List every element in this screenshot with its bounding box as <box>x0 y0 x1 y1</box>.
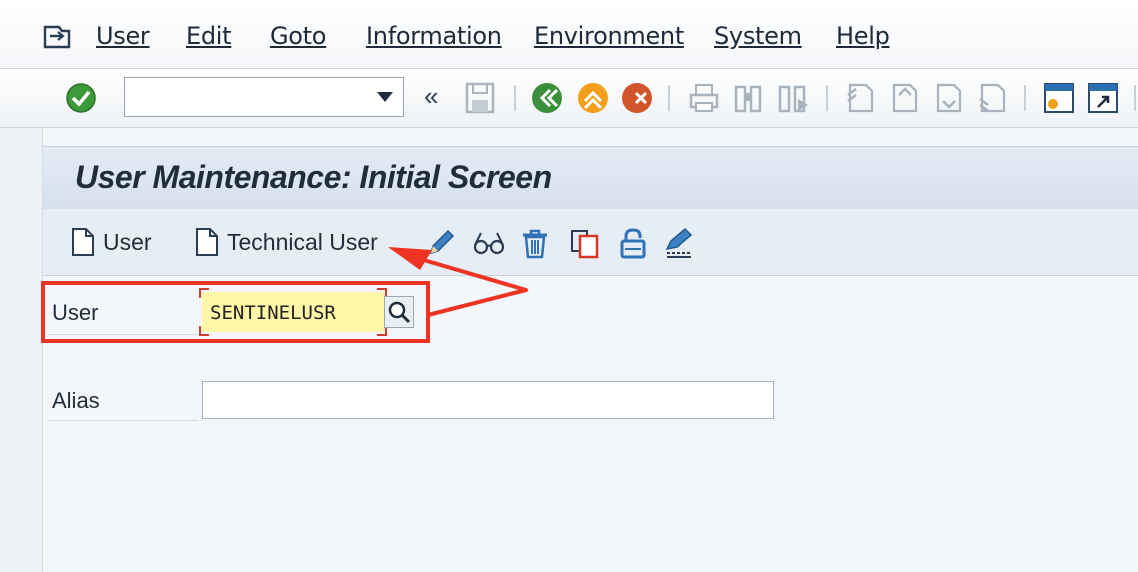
toolbar-separator <box>514 85 516 111</box>
copy-icon[interactable] <box>569 227 601 259</box>
command-field[interactable] <box>124 77 404 117</box>
display-glasses-icon[interactable] <box>471 227 507 259</box>
toolbar-separator <box>1024 85 1026 111</box>
application-toolbar: User Technical User <box>43 209 1138 276</box>
create-user-label: User <box>103 228 152 255</box>
left-gutter <box>0 128 43 572</box>
menu-edit[interactable]: Edit <box>186 22 232 50</box>
delete-trash-icon[interactable] <box>519 227 551 259</box>
menu-goto[interactable]: Goto <box>270 22 326 50</box>
alias-field[interactable] <box>202 381 774 419</box>
new-session-icon[interactable] <box>1042 81 1076 115</box>
toolbar-separator <box>668 85 670 111</box>
menu-help-label: Help <box>836 22 890 50</box>
last-page-icon[interactable] <box>974 81 1008 115</box>
alias-field-label: Alias <box>52 388 100 413</box>
toolbar-separator <box>826 85 828 111</box>
print-icon[interactable] <box>688 81 720 115</box>
create-user-button[interactable]: User <box>71 227 152 257</box>
create-shortcut-icon[interactable] <box>1086 81 1120 115</box>
toolbar-separator <box>1134 85 1136 111</box>
menu-icon[interactable] <box>42 24 72 50</box>
menu-user-label: User <box>96 22 150 50</box>
exit-icon[interactable] <box>576 81 610 115</box>
menu-user[interactable]: User <box>96 22 150 50</box>
menu-help[interactable]: Help <box>836 22 890 50</box>
change-password-icon[interactable] <box>663 227 695 259</box>
system-toolbar: « <box>0 69 1138 128</box>
menu-system[interactable]: System <box>714 22 802 50</box>
command-input[interactable] <box>131 84 365 112</box>
change-pencil-icon[interactable] <box>425 227 457 259</box>
menu-system-label: System <box>714 22 802 50</box>
page-title: User Maintenance: Initial Screen <box>75 159 552 195</box>
previous-page-icon[interactable] <box>886 81 920 115</box>
document-icon <box>196 228 218 256</box>
menu-environment[interactable]: Environment <box>534 22 684 50</box>
cancel-icon[interactable] <box>620 81 654 115</box>
title-bar: User Maintenance: Initial Screen <box>43 146 1138 210</box>
menu-edit-label: Edit <box>186 22 232 50</box>
menubar: User Edit Goto Information Environment S… <box>0 0 1138 69</box>
back-icon[interactable] <box>530 81 564 115</box>
document-icon <box>72 228 94 256</box>
first-page-icon[interactable] <box>842 81 876 115</box>
menu-information-label: Information <box>366 22 502 50</box>
find-icon[interactable] <box>732 81 764 115</box>
save-icon[interactable] <box>464 81 496 115</box>
menu-goto-label: Goto <box>270 22 327 50</box>
technical-user-button[interactable]: Technical User <box>195 227 378 257</box>
menu-information[interactable]: Information <box>366 22 502 50</box>
find-next-icon[interactable] <box>776 81 810 115</box>
next-page-icon[interactable] <box>930 81 964 115</box>
chevron-down-icon[interactable] <box>377 92 393 102</box>
menu-environment-label: Environment <box>534 22 684 50</box>
technical-user-label: Technical User <box>227 228 378 255</box>
back-chevron-icon[interactable]: « <box>424 81 438 115</box>
label-underline <box>48 420 198 421</box>
enter-icon[interactable] <box>64 81 98 115</box>
lock-unlock-icon[interactable] <box>617 227 649 259</box>
annotation-highlight-box <box>41 281 430 343</box>
alias-input[interactable] <box>209 387 763 415</box>
